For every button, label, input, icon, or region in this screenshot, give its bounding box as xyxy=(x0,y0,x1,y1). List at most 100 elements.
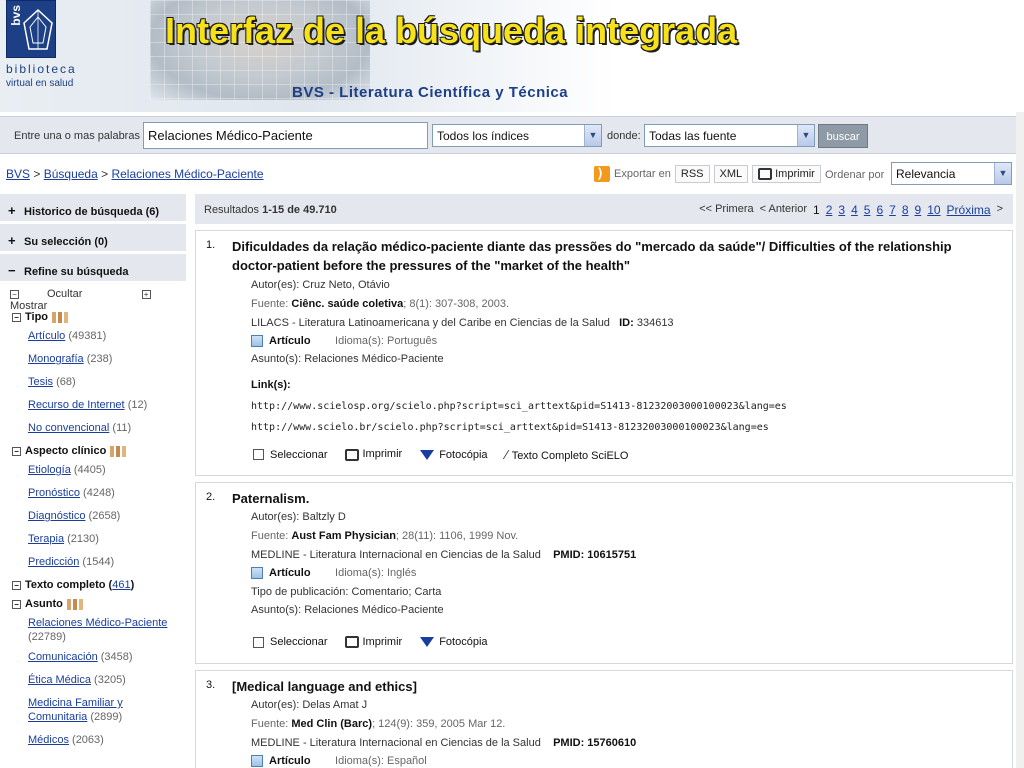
pager-first[interactable]: << Primera xyxy=(699,203,753,217)
donde-label: donde: xyxy=(607,130,641,142)
result-title[interactable]: Dificuldades da relação médico-paciente … xyxy=(232,237,992,275)
result-number: 3. xyxy=(206,679,216,691)
pager-page-link[interactable]: 8 xyxy=(902,203,909,217)
select-action[interactable]: Seleccionar xyxy=(253,636,327,648)
result-source: Fuente: Aust Fam Physician; 28(11): 1106… xyxy=(251,530,518,542)
fulltext-action[interactable]: ⁄ Texto Completo SciELO xyxy=(506,447,629,462)
history-panel-header[interactable]: + Historico de búsqueda (6) xyxy=(0,194,186,224)
result-title[interactable]: Paternalism. xyxy=(232,489,992,508)
facet-count: (22789) xyxy=(28,631,66,643)
bar-chart-icon xyxy=(66,598,83,610)
facet-asunto-title[interactable]: − Asunto xyxy=(0,593,186,612)
result-author: Autor(es): Baltzly D xyxy=(251,511,346,523)
search-button[interactable]: buscar xyxy=(818,124,868,148)
facet-texto-label: Texto completo xyxy=(25,579,106,591)
result-actions: Seleccionar Imprimir Fotocópia xyxy=(253,636,488,649)
print-action[interactable]: Imprimir xyxy=(345,448,403,461)
result-author: Autor(es): Delas Amat J xyxy=(251,699,367,711)
database-name: MEDLINE - Literatura Internacional en Ci… xyxy=(251,737,541,749)
result-title[interactable]: [Medical language and ethics] xyxy=(232,677,992,696)
facet-link[interactable]: Médicos xyxy=(28,734,69,746)
select-label: Seleccionar xyxy=(270,636,328,649)
result-database: MEDLINE - Literatura Internacional en Ci… xyxy=(251,549,636,561)
print-action[interactable]: Imprimir xyxy=(345,636,402,649)
breadcrumb-home-link[interactable]: BVS xyxy=(6,167,30,181)
facet-link[interactable]: Tesis xyxy=(28,376,53,388)
photocopy-action[interactable]: Fotocópia xyxy=(420,636,488,648)
lang-value: Español xyxy=(386,755,427,767)
refine-panel-header[interactable]: − Refine su búsqueda xyxy=(0,254,186,284)
id-label: PMID: xyxy=(553,737,585,749)
pager-next-arrow[interactable]: > xyxy=(997,203,1003,217)
search-input[interactable] xyxy=(143,122,428,149)
photocopy-action[interactable]: Fotocópia xyxy=(420,449,488,461)
selection-panel-header[interactable]: + Su selección (0) xyxy=(0,224,186,254)
pager-page-link[interactable]: 7 xyxy=(889,203,896,217)
result-type: Artículo Idioma(s): Português xyxy=(251,335,437,348)
pager-page-link[interactable]: 10 xyxy=(927,203,940,217)
pager-next[interactable]: Próxima xyxy=(947,203,991,217)
expand-icon: + xyxy=(141,289,151,299)
selection-label: Su selección xyxy=(24,236,92,248)
facet-aspecto-title[interactable]: − Aspecto clínico xyxy=(0,440,186,459)
author-value: Cruz Neto, Otávio xyxy=(302,279,390,291)
facet-link[interactable]: Relaciones Médico-Paciente xyxy=(28,617,167,629)
facet-link[interactable]: Terapia xyxy=(28,533,64,545)
select-action[interactable]: Seleccionar xyxy=(253,449,327,461)
pager-page-link[interactable]: 4 xyxy=(851,203,858,217)
hide-facets-toggle[interactable]: − Ocultar xyxy=(10,288,110,300)
result-item: 3. [Medical language and ethics] Autor(e… xyxy=(195,670,1013,768)
facet-link[interactable]: Artículo xyxy=(28,330,65,342)
pager-page-link[interactable]: 3 xyxy=(838,203,845,217)
facet-item: Medicina Familiar y Comunitaria (2899) xyxy=(0,692,150,729)
facet-link[interactable]: Comunicación xyxy=(28,651,98,663)
print-button[interactable]: Imprimir xyxy=(752,164,821,184)
facet-link[interactable]: Ética Médica xyxy=(28,674,91,686)
subject-value: Relaciones Médico-Paciente xyxy=(304,353,444,365)
bvs-logo[interactable]: bvs xyxy=(6,0,56,58)
result-link[interactable]: http://www.scielosp.org/scielo.php?scrip… xyxy=(251,401,787,412)
index-select-value: Todos los índices xyxy=(437,129,530,143)
results-of: de xyxy=(287,204,301,216)
facet-link[interactable]: Pronóstico xyxy=(28,487,80,499)
facet-link[interactable]: Predicción xyxy=(28,556,79,568)
facet-item: Monografía (238) xyxy=(0,348,186,371)
order-select[interactable]: Relevancia ▼ xyxy=(891,162,1012,185)
document-icon xyxy=(251,335,263,348)
pager-page-link[interactable]: 5 xyxy=(864,203,871,217)
type-value: Artículo xyxy=(269,567,311,579)
export-label: Exportar en xyxy=(614,168,671,180)
source-select[interactable]: Todas las fuente ▼ xyxy=(644,124,815,147)
source-details: ; 124(9): 359, 2005 Mar 12. xyxy=(372,718,506,730)
facet-link[interactable]: Recurso de Internet xyxy=(28,399,125,411)
rss-button[interactable]: RSS xyxy=(674,165,710,183)
vertical-scrollbar[interactable] xyxy=(1016,112,1024,768)
facet-link[interactable]: No convencional xyxy=(28,422,109,434)
result-database: LILACS - Literatura Latinoamericana y de… xyxy=(251,317,674,329)
fulltext-icon: ⁄ xyxy=(505,447,508,462)
facet-texto-count-link[interactable]: 461 xyxy=(112,579,130,591)
result-link[interactable]: http://www.scielo.br/scielo.php?script=s… xyxy=(251,422,769,433)
index-select[interactable]: Todos los índices ▼ xyxy=(432,124,602,147)
printer-icon xyxy=(758,168,773,181)
pager-page-link[interactable]: 9 xyxy=(915,203,922,217)
type-value: Artículo xyxy=(269,335,311,347)
chevron-down-icon: ▼ xyxy=(584,125,601,146)
logo-line2: virtual en salud xyxy=(6,78,74,89)
pager-page-link[interactable]: 6 xyxy=(876,203,883,217)
document-icon xyxy=(251,755,263,768)
pager-prev[interactable]: < Anterior xyxy=(760,203,807,217)
logo-line1: biblioteca xyxy=(6,62,77,76)
facet-link[interactable]: Etiología xyxy=(28,464,71,476)
subject-label: Asunto(s): xyxy=(251,353,302,365)
print-label: Imprimir xyxy=(362,448,403,461)
chevron-down-icon: ▼ xyxy=(994,163,1011,184)
checkbox-icon xyxy=(253,449,264,461)
breadcrumb-current-link[interactable]: Relaciones Médico-Paciente xyxy=(111,167,263,181)
facet-link[interactable]: Monografía xyxy=(28,353,84,365)
xml-button[interactable]: XML xyxy=(713,165,749,183)
facet-link[interactable]: Diagnóstico xyxy=(28,510,85,522)
breadcrumb-search-link[interactable]: Búsqueda xyxy=(44,167,98,181)
source-label: Fuente: xyxy=(251,298,289,310)
pager-page-link[interactable]: 2 xyxy=(826,203,833,217)
